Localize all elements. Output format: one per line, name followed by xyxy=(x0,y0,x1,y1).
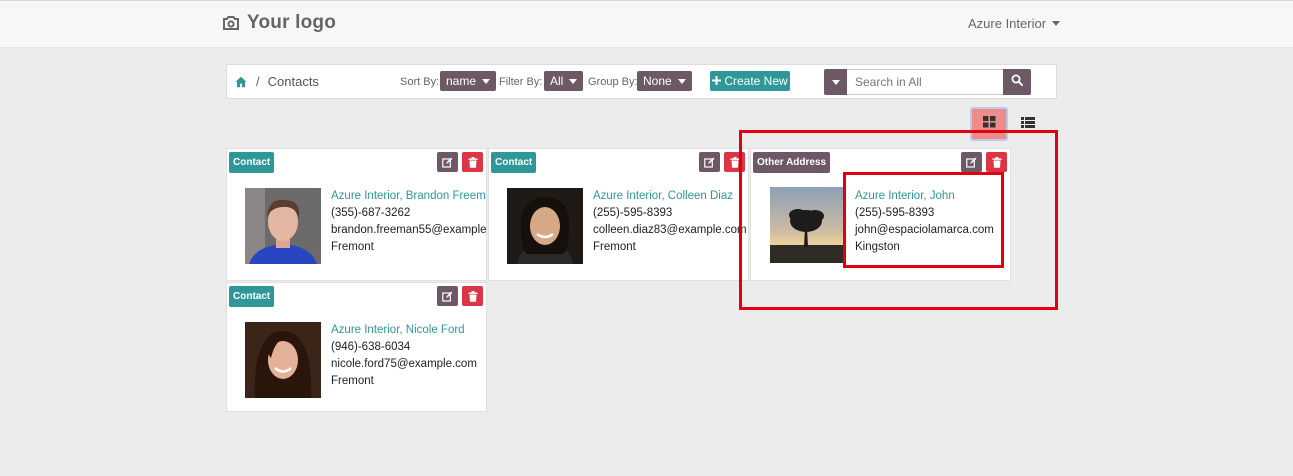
contact-email: nicole.ford75@example.com xyxy=(331,358,477,370)
plus-icon xyxy=(712,74,722,88)
trash-icon xyxy=(992,156,1001,168)
breadcrumb-current: Contacts xyxy=(267,74,319,89)
contact-info: Azure Interior, Brandon Freeman (355)-68… xyxy=(331,188,487,256)
edit-button[interactable] xyxy=(961,152,982,172)
search-input[interactable] xyxy=(847,69,1003,95)
chevron-down-icon xyxy=(677,78,686,84)
search-icon xyxy=(1011,73,1023,91)
contact-name[interactable]: Azure Interior, Colleen Diaz xyxy=(593,188,747,205)
home-icon[interactable] xyxy=(235,76,247,88)
avatar xyxy=(770,187,844,263)
avatar xyxy=(245,322,321,398)
group-value: None xyxy=(643,74,672,88)
delete-button[interactable] xyxy=(724,152,745,172)
contact-phone: (946)-638-6034 xyxy=(331,341,411,353)
card-tag: Contact xyxy=(229,152,275,173)
contact-info: Azure Interior, Colleen Diaz (255)-595-8… xyxy=(593,188,747,256)
contact-card[interactable]: Other Address Azure Interior, John (255)… xyxy=(750,148,1011,281)
contact-city: Fremont xyxy=(593,241,636,253)
contact-card[interactable]: Contact Azure Interior, Brandon Freeman … xyxy=(226,148,487,281)
avatar xyxy=(507,188,583,264)
search-options-dropdown[interactable] xyxy=(824,69,847,95)
sort-label: Sort By: xyxy=(400,76,440,88)
breadcrumb: / Contacts xyxy=(235,74,319,89)
contact-name[interactable]: Azure Interior, Nicole Ford xyxy=(331,322,477,339)
contact-phone: (255)-595-8393 xyxy=(593,207,673,219)
contact-name[interactable]: Azure Interior, Brandon Freeman xyxy=(331,188,486,205)
filter-label: Filter By: xyxy=(499,76,543,88)
edit-button[interactable] xyxy=(437,152,458,172)
edit-icon xyxy=(704,157,715,168)
contact-email: john@espaciolamarca.com xyxy=(855,224,994,236)
trash-icon xyxy=(468,290,477,302)
top-navbar: Your logo Azure Interior xyxy=(0,0,1293,48)
account-menu[interactable]: Azure Interior xyxy=(968,16,1061,31)
edit-button[interactable] xyxy=(699,152,720,172)
camera-icon xyxy=(222,15,240,31)
list-icon xyxy=(1021,115,1035,133)
edit-button[interactable] xyxy=(437,286,458,306)
chevron-down-icon xyxy=(831,79,840,85)
logo-text: Your logo xyxy=(247,12,337,33)
logo[interactable]: Your logo xyxy=(222,12,336,34)
contact-info: Azure Interior, John (255)-595-8393 john… xyxy=(855,188,994,256)
contact-card[interactable]: Contact Azure Interior, Colleen Diaz (25… xyxy=(488,148,749,281)
create-new-button[interactable]: Create New xyxy=(710,71,790,91)
filter-value: All xyxy=(550,74,564,88)
contact-phone: (255)-595-8393 xyxy=(855,207,935,219)
account-name: Azure Interior xyxy=(968,16,1047,31)
contact-city: Fremont xyxy=(331,241,374,253)
delete-button[interactable] xyxy=(986,152,1007,172)
contact-email: brandon.freeman55@example.com xyxy=(331,224,487,236)
edit-icon xyxy=(966,157,977,168)
contact-info: Azure Interior, Nicole Ford (946)-638-60… xyxy=(331,322,477,390)
delete-button[interactable] xyxy=(462,286,483,306)
edit-icon xyxy=(442,157,453,168)
chevron-down-icon xyxy=(1052,21,1061,26)
search-group xyxy=(824,69,1031,95)
avatar xyxy=(245,188,321,264)
contact-phone: (355)-687-3262 xyxy=(331,207,411,219)
sort-value: name xyxy=(446,74,477,88)
card-tag: Other Address xyxy=(753,152,831,173)
card-tag: Contact xyxy=(229,286,275,307)
search-button[interactable] xyxy=(1003,69,1031,95)
breadcrumb-separator: / xyxy=(256,74,260,89)
chevron-down-icon xyxy=(569,78,578,84)
contact-card[interactable]: Contact Azure Interior, Nicole Ford (946… xyxy=(226,282,487,412)
create-new-label: Create New xyxy=(724,74,788,88)
group-label: Group By: xyxy=(588,76,638,88)
contact-email: colleen.diaz83@example.com xyxy=(593,224,747,236)
delete-button[interactable] xyxy=(462,152,483,172)
filter-dropdown[interactable]: All xyxy=(544,71,584,91)
trash-icon xyxy=(468,156,477,168)
grid-icon xyxy=(982,115,996,133)
chevron-down-icon xyxy=(482,78,491,84)
contact-name[interactable]: Azure Interior, John xyxy=(855,188,994,205)
list-view-button[interactable] xyxy=(1014,110,1042,138)
control-panel: / Contacts Sort By: name Filter By: All … xyxy=(226,64,1057,99)
edit-icon xyxy=(442,291,453,302)
contact-city: Fremont xyxy=(331,375,374,387)
contact-city: Kingston xyxy=(855,241,900,253)
card-tag: Contact xyxy=(491,152,537,173)
sort-dropdown[interactable]: name xyxy=(440,71,497,91)
kanban-view-button[interactable] xyxy=(970,107,1008,141)
trash-icon xyxy=(730,156,739,168)
group-dropdown[interactable]: None xyxy=(637,71,692,91)
